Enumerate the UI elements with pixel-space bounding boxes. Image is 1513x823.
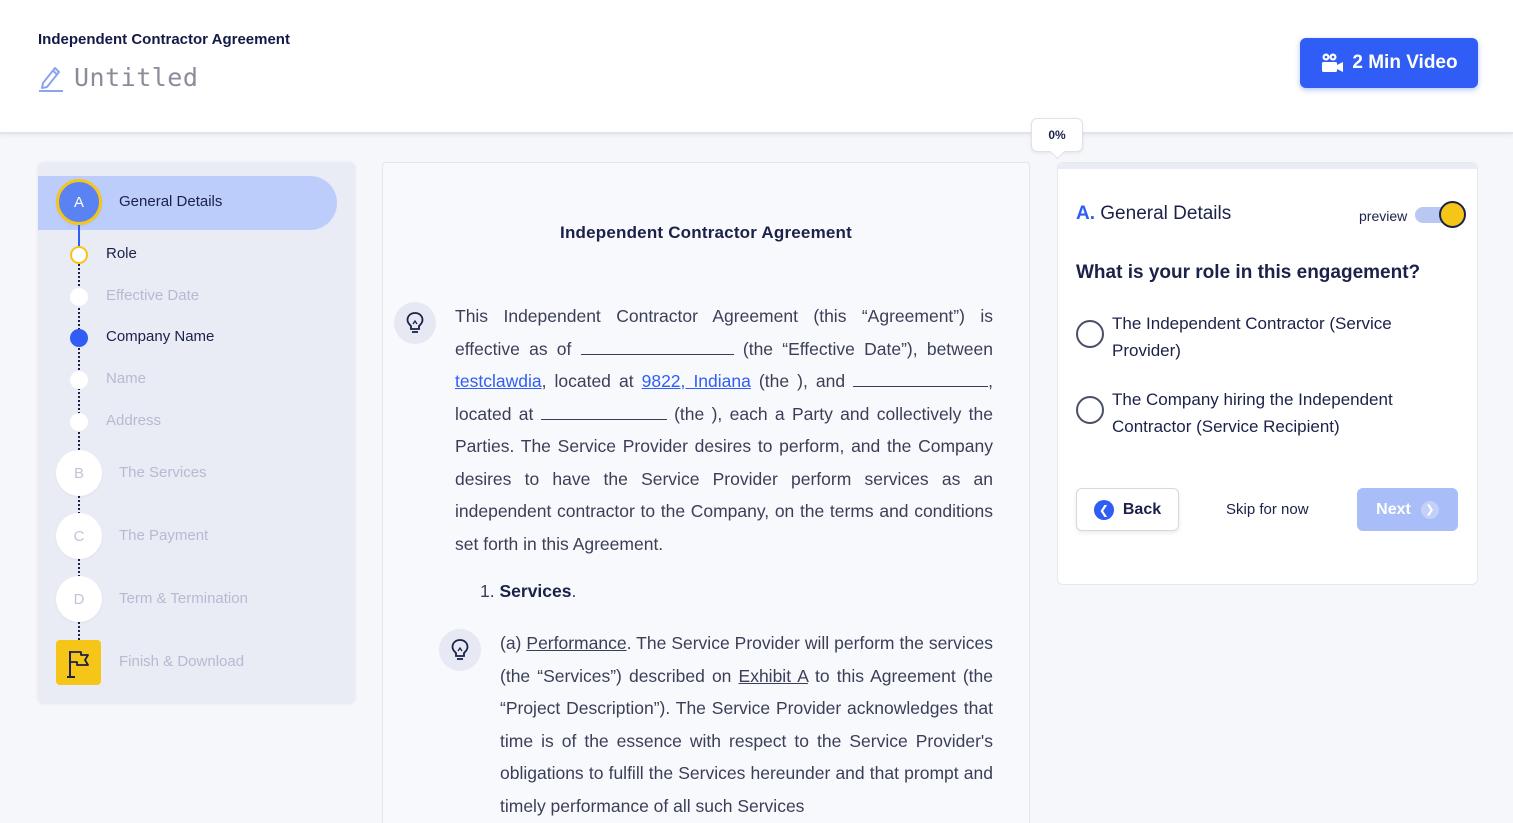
intro-text: (the ), each a Party and collectively th…	[455, 403, 993, 554]
services-dot: .	[571, 581, 577, 601]
preview-toggle[interactable]	[1415, 201, 1466, 228]
radio-button[interactable]	[1076, 320, 1104, 348]
subitem-company-name-marker	[70, 329, 88, 347]
document-preview: Independent Contractor Agreement This In…	[382, 162, 1030, 823]
intro-text: , located at	[541, 371, 642, 391]
next-button-label: Next	[1376, 500, 1411, 518]
section-a-label[interactable]: General Details	[119, 193, 222, 210]
agreement-intro-paragraph: This Independent Contractor Agreement (t…	[455, 300, 993, 560]
video-camera-icon	[1322, 53, 1344, 72]
section-b-marker[interactable]: B	[56, 450, 102, 496]
document-name-row[interactable]: Untitled	[38, 62, 198, 92]
section-c-marker[interactable]: C	[56, 513, 102, 559]
sidebar-item-effective-date[interactable]: Effective Date	[106, 287, 199, 304]
lightbulb-icon	[406, 312, 424, 333]
effective-date-blank[interactable]	[580, 337, 734, 355]
role-option-service-provider[interactable]: The Independent Contractor (Service Prov…	[1076, 310, 1456, 364]
contractor-address-blank[interactable]	[540, 402, 667, 420]
question-panel: A. General Details preview What is your …	[1057, 162, 1478, 585]
performance-term: Performance	[526, 633, 627, 653]
company-name-link[interactable]: testclawdia	[455, 371, 542, 391]
video-button-label: 2 Min Video	[1352, 52, 1458, 73]
performance-text: to this Agreement (the “Project Descript…	[500, 665, 993, 816]
company-address-link[interactable]: 9822, Indiana	[642, 371, 751, 391]
intro-text: (the “Effective Date”), between	[733, 338, 993, 359]
services-number: 1.	[480, 581, 495, 601]
lightbulb-icon	[451, 639, 469, 660]
sidebar-nav: A General Details Role Effective Date Co…	[38, 162, 355, 703]
chevron-left-icon: ❮	[1093, 499, 1114, 520]
back-button-label: Back	[1122, 500, 1162, 518]
document-type-title: Independent Contractor Agreement	[38, 31, 290, 48]
section-a-marker[interactable]: A	[56, 179, 102, 225]
back-button[interactable]: ❮ Back	[1076, 488, 1179, 531]
sidebar-item-address[interactable]: Address	[106, 412, 161, 429]
panel-section-letter: A.	[1076, 203, 1095, 224]
flag-icon	[66, 650, 89, 678]
next-button[interactable]: Next ❯	[1357, 488, 1458, 531]
option-label[interactable]: The Company hiring the Independent Contr…	[1112, 386, 1456, 440]
question-text: What is your role in this engagement?	[1076, 262, 1421, 283]
subitem-role-marker	[70, 246, 88, 264]
chevron-right-icon: ❯	[1420, 500, 1439, 519]
video-button[interactable]: 2 Min Video	[1300, 38, 1478, 88]
performance-text: (a)	[500, 633, 527, 653]
toggle-knob[interactable]	[1439, 201, 1466, 228]
skip-link[interactable]: Skip for now	[1226, 501, 1309, 518]
preview-label: preview	[1359, 208, 1408, 224]
pencil-icon[interactable]	[38, 62, 64, 92]
sidebar-item-role[interactable]: Role	[106, 245, 137, 262]
subitem-name-marker	[70, 371, 88, 389]
section-c-label[interactable]: The Payment	[119, 527, 208, 544]
panel-section-title: General Details	[1100, 203, 1232, 224]
performance-paragraph: (a) Performance. The Service Provider wi…	[500, 627, 993, 822]
subitem-effective-date-marker	[70, 288, 88, 306]
sidebar-item-name[interactable]: Name	[106, 370, 146, 387]
services-section-heading: 1. Services.	[480, 581, 576, 602]
option-label[interactable]: The Independent Contractor (Service Prov…	[1112, 310, 1456, 364]
section-b-label[interactable]: The Services	[119, 464, 207, 481]
section-d-label[interactable]: Term & Termination	[119, 590, 248, 607]
document-name[interactable]: Untitled	[74, 63, 198, 92]
subitem-address-marker	[70, 413, 88, 431]
services-title: Services	[499, 581, 572, 601]
exhibit-a-link[interactable]: Exhibit A	[739, 666, 808, 686]
role-option-service-recipient[interactable]: The Company hiring the Independent Contr…	[1076, 386, 1456, 440]
section-d-marker[interactable]: D	[56, 576, 102, 622]
panel-title: A. General Details	[1076, 203, 1231, 225]
lightbulb-icon-button[interactable]	[394, 302, 436, 344]
progress-indicator: 0%	[1031, 118, 1083, 152]
section-finish-label[interactable]: Finish & Download	[119, 653, 244, 670]
contractor-name-blank[interactable]	[853, 369, 989, 387]
header: Independent Contractor Agreement Untitle…	[0, 0, 1513, 134]
radio-button[interactable]	[1076, 396, 1104, 424]
finish-marker[interactable]	[56, 640, 101, 685]
sidebar-item-company-name[interactable]: Company Name	[106, 328, 214, 345]
panel-top-strip	[1058, 163, 1477, 169]
lightbulb-icon-button[interactable]	[439, 629, 481, 671]
document-heading: Independent Contractor Agreement	[560, 223, 852, 242]
intro-text: (the ), and	[750, 371, 854, 391]
